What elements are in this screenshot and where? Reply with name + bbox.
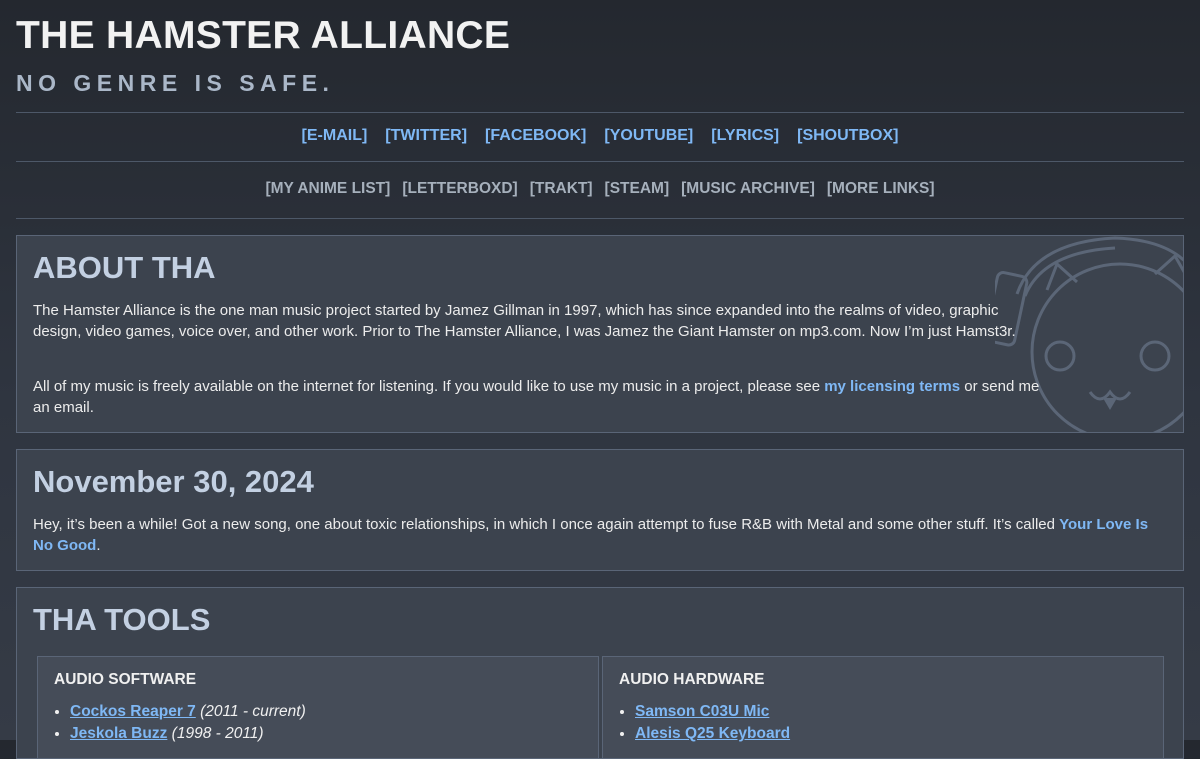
software-years: (1998 - 2011) <box>167 725 264 742</box>
site-title: THE HAMSTER ALLIANCE <box>16 14 511 57</box>
list-item: Cockos Reaper 7 (2011 - current) <box>70 701 306 723</box>
nav-link-more-links[interactable]: [MORE LINKS] <box>827 180 935 198</box>
news-date-heading: November 30, 2024 <box>33 464 314 499</box>
nav-link-lyrics[interactable]: [LYRICS] <box>711 127 779 145</box>
about-panel: ABOUT THA The Hamster Alliance is the on… <box>16 235 1184 433</box>
nav-link-facebook[interactable]: [FACEBOOK] <box>485 127 586 145</box>
list-item: Alesis Q25 Keyboard <box>635 723 790 745</box>
nav-link-trakt[interactable]: [TRAKT] <box>530 180 593 198</box>
software-link[interactable]: Cockos Reaper 7 <box>70 703 196 720</box>
audio-hardware-heading: AUDIO HARDWARE <box>619 671 765 688</box>
nav-link-youtube[interactable]: [YOUTUBE] <box>604 127 693 145</box>
list-item: Jeskola Buzz (1998 - 2011) <box>70 723 306 745</box>
site-tagline: NO GENRE IS SAFE. <box>16 70 335 96</box>
news-paragraph: Hey, it’s been a while! Got a new song, … <box>33 514 1163 556</box>
nav-link-music-archive[interactable]: [MUSIC ARCHIVE] <box>681 180 815 198</box>
audio-hardware-list: Samson C03U Mic Alesis Q25 Keyboard <box>619 701 790 745</box>
about-text: All of my music is freely available on t… <box>33 378 825 395</box>
licensing-terms-link[interactable]: my licensing terms <box>824 378 960 395</box>
news-panel: November 30, 2024 Hey, it’s been a while… <box>16 449 1184 571</box>
audio-software-heading: AUDIO SOFTWARE <box>54 671 197 688</box>
about-paragraph-1: The Hamster Alliance is the one man musi… <box>33 302 1016 340</box>
secondary-nav: [MY ANIME LIST] [LETTERBOXD] [TRAKT] [ST… <box>16 180 1184 198</box>
software-link[interactable]: Jeskola Buzz <box>70 725 167 742</box>
about-heading: ABOUT THA <box>33 250 216 285</box>
list-item: Samson C03U Mic <box>635 701 790 723</box>
page: THE HAMSTER ALLIANCE NO GENRE IS SAFE. [… <box>0 0 1200 759</box>
tools-heading: THA TOOLS <box>33 602 211 637</box>
hardware-link[interactable]: Samson C03U Mic <box>635 703 769 720</box>
tools-panel: THA TOOLS AUDIO SOFTWARE Cockos Reaper 7… <box>16 587 1184 759</box>
news-text: . <box>96 537 101 554</box>
about-paragraph-2: All of my music is freely available on t… <box>33 376 1043 418</box>
nav-link-shoutbox[interactable]: [SHOUTBOX] <box>797 127 898 145</box>
news-text: Hey, it’s been a while! Got a new song, … <box>33 516 1060 533</box>
audio-software-list: Cockos Reaper 7 (2011 - current) Jeskola… <box>54 701 306 745</box>
primary-nav: [E-MAIL] [TWITTER] [FACEBOOK] [YOUTUBE] … <box>16 127 1184 145</box>
nav-link-letterboxd[interactable]: [LETTERBOXD] <box>402 180 517 198</box>
hardware-link[interactable]: Alesis Q25 Keyboard <box>635 725 790 742</box>
divider <box>16 218 1184 219</box>
nav-link-steam[interactable]: [STEAM] <box>605 180 670 198</box>
audio-hardware-box: AUDIO HARDWARE Samson C03U Mic Alesis Q2… <box>602 656 1164 758</box>
audio-software-box: AUDIO SOFTWARE Cockos Reaper 7 (2011 - c… <box>37 656 599 758</box>
divider <box>16 161 1184 162</box>
divider <box>16 112 1184 113</box>
software-years: (2011 - current) <box>195 703 306 720</box>
nav-link-twitter[interactable]: [TWITTER] <box>385 127 467 145</box>
nav-link-my-anime-list[interactable]: [MY ANIME LIST] <box>265 180 390 198</box>
nav-link-email[interactable]: [E-MAIL] <box>302 127 368 145</box>
